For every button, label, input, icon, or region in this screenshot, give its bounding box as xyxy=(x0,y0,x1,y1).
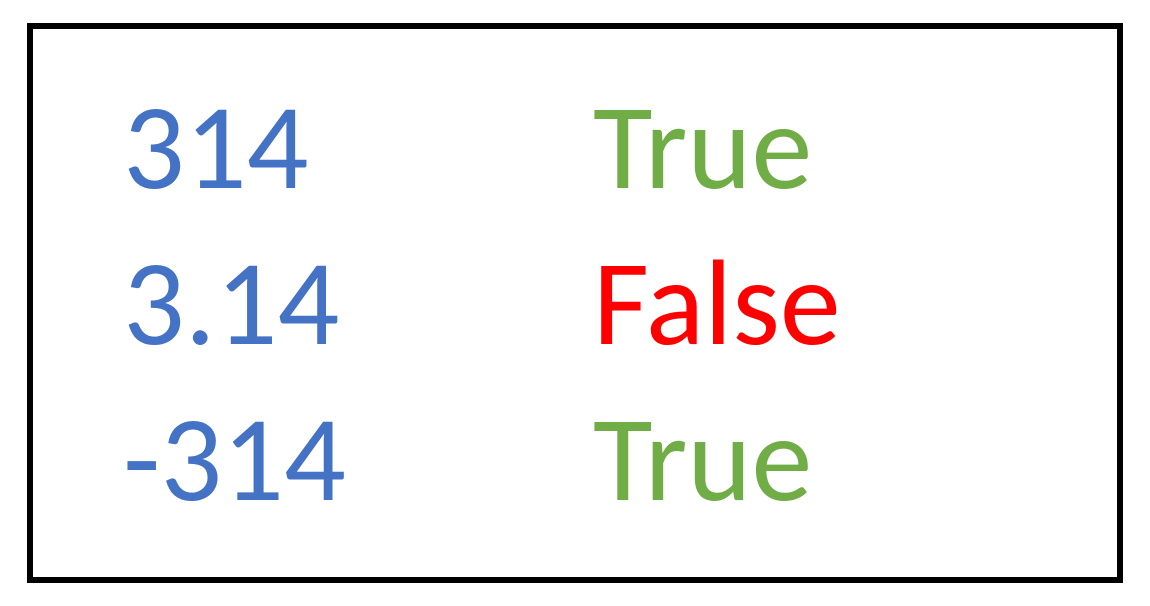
row-1: 314 True xyxy=(123,86,1027,208)
result-1: True xyxy=(593,86,812,208)
value-2: 3.14 xyxy=(123,242,593,364)
value-1: 314 xyxy=(123,86,593,208)
row-2: 3.14 False xyxy=(123,242,1027,364)
diagram-frame: 314 True 3.14 False -314 True xyxy=(27,23,1123,583)
row-3: -314 True xyxy=(123,398,1027,520)
value-3: -314 xyxy=(123,398,593,520)
result-2: False xyxy=(593,242,841,364)
result-3: True xyxy=(593,398,812,520)
